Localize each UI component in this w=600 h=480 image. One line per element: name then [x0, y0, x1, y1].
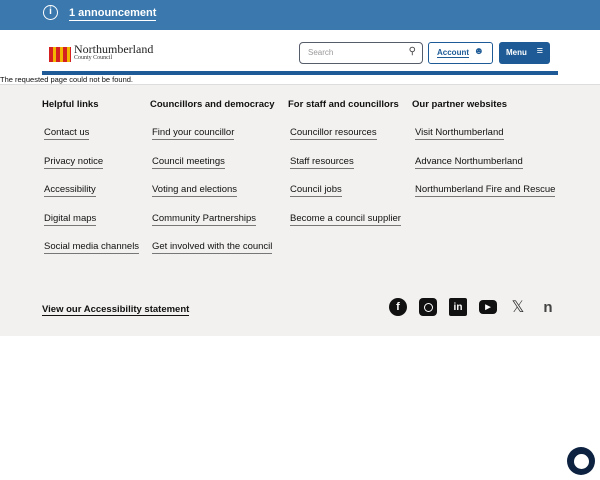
- cookie-settings-button[interactable]: [567, 447, 595, 475]
- menu-label: Menu: [506, 48, 527, 57]
- instagram-icon[interactable]: [419, 298, 437, 316]
- council-logo[interactable]: Northumberland County Council: [49, 42, 154, 63]
- column-heading: Our partner websites: [412, 99, 508, 110]
- footer-link[interactable]: Privacy notice: [44, 156, 104, 169]
- accessibility-statement-link[interactable]: View our Accessibility statement: [42, 304, 190, 316]
- footer-link[interactable]: Social media channels: [44, 241, 140, 254]
- footer-link[interactable]: Northumberland Fire and Rescue: [415, 184, 556, 197]
- error-message: The requested page could not be found.: [0, 75, 134, 84]
- footer-link[interactable]: Visit Northumberland: [415, 127, 504, 140]
- column-heading: Helpful links: [42, 99, 99, 110]
- footer-column-helpful-links: Helpful links Contact us Privacy notice …: [42, 99, 140, 270]
- footer-column-councillors: Councillors and democracy Find your coun…: [150, 99, 275, 270]
- youtube-icon[interactable]: ▶: [479, 300, 497, 314]
- footer-link[interactable]: Voting and elections: [152, 184, 238, 197]
- footer-link[interactable]: Community Partnerships: [152, 213, 257, 226]
- menu-button[interactable]: Menu ≡: [499, 42, 550, 64]
- footer-link[interactable]: Accessibility: [44, 184, 96, 197]
- footer: Helpful links Contact us Privacy notice …: [0, 84, 600, 336]
- cookie-icon: [573, 453, 589, 469]
- account-button[interactable]: Account ☻: [428, 42, 493, 64]
- nextdoor-icon[interactable]: n: [539, 298, 557, 316]
- info-icon: i: [43, 5, 58, 20]
- footer-column-partners: Our partner websites Visit Northumberlan…: [412, 99, 556, 213]
- crest-icon: [49, 46, 71, 62]
- footer-link[interactable]: Council meetings: [152, 156, 225, 169]
- facebook-icon[interactable]: f: [389, 298, 407, 316]
- search-icon[interactable]: ⚲: [409, 46, 416, 57]
- column-heading: For staff and councillors: [288, 99, 399, 110]
- footer-column-staff: For staff and councillors Councillor res…: [288, 99, 401, 241]
- footer-link[interactable]: Advance Northumberland: [415, 156, 523, 169]
- footer-link[interactable]: Become a council supplier: [290, 213, 401, 226]
- x-icon[interactable]: 𝕏: [509, 298, 527, 316]
- search-input[interactable]: Search ⚲: [299, 42, 423, 64]
- announcement-banner: i 1 announcement: [0, 0, 600, 30]
- footer-link[interactable]: Digital maps: [44, 213, 97, 226]
- footer-link[interactable]: Find your councillor: [152, 127, 235, 140]
- hamburger-icon: ≡: [536, 45, 543, 57]
- announcement-link[interactable]: 1 announcement: [69, 7, 157, 21]
- linkedin-icon[interactable]: in: [449, 298, 467, 316]
- account-label: Account: [437, 48, 469, 58]
- footer-link[interactable]: Council jobs: [290, 184, 342, 197]
- user-icon: ☻: [473, 46, 484, 57]
- footer-link[interactable]: Contact us: [44, 127, 90, 140]
- search-placeholder: Search: [308, 48, 334, 57]
- footer-link[interactable]: Staff resources: [290, 156, 354, 169]
- logo-name: Northumberland: [74, 42, 154, 56]
- footer-link[interactable]: Councillor resources: [290, 127, 377, 140]
- column-heading: Councillors and democracy: [150, 99, 275, 110]
- footer-link[interactable]: Get involved with the council: [152, 241, 273, 254]
